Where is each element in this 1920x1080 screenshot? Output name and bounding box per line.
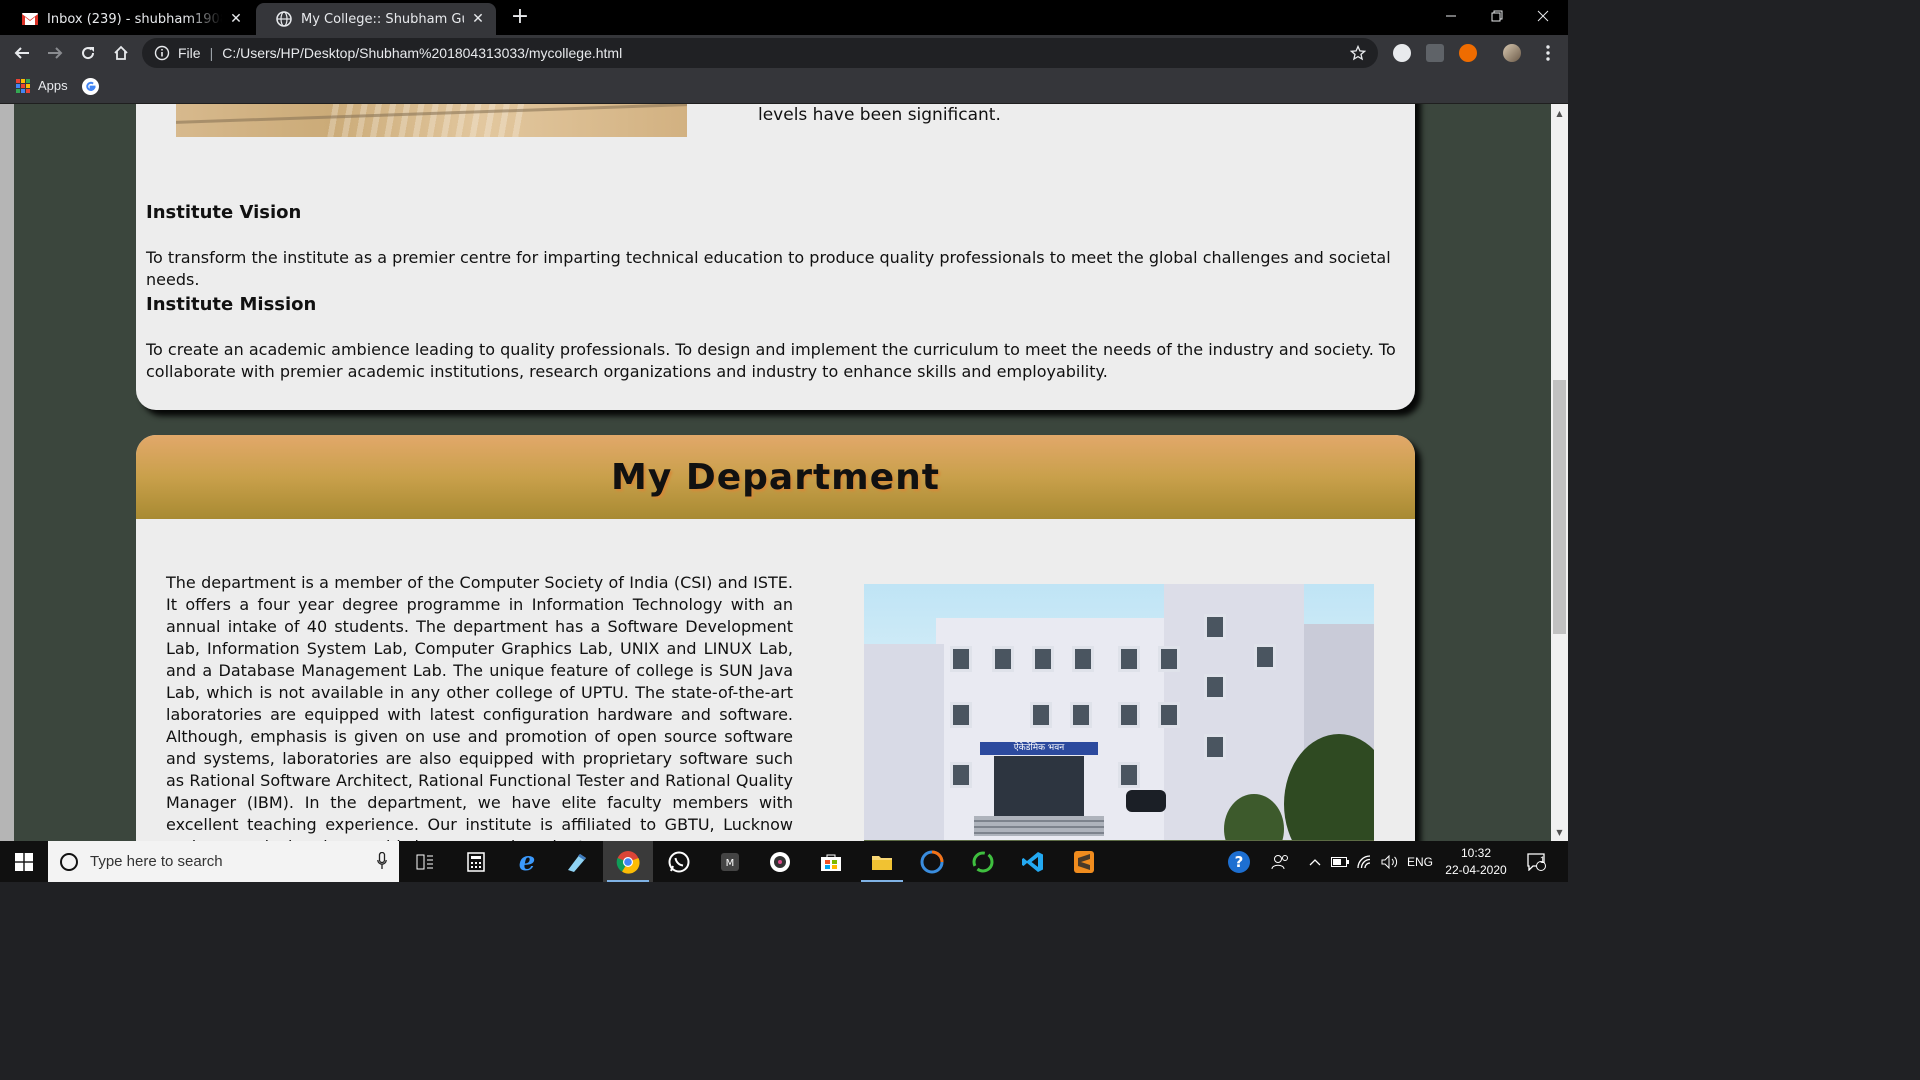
- department-header: My Department: [136, 435, 1415, 519]
- extension-icon[interactable]: [1459, 44, 1477, 62]
- show-hidden-icons[interactable]: [1304, 841, 1326, 882]
- store-icon[interactable]: [806, 841, 856, 882]
- vscode-icon[interactable]: [1008, 841, 1058, 882]
- search-placeholder: Type here to search: [90, 853, 223, 870]
- help-icon[interactable]: ?: [1223, 841, 1255, 882]
- media-icon[interactable]: M: [705, 841, 755, 882]
- clock-time: 10:32: [1460, 846, 1492, 860]
- gmail-icon: [22, 11, 38, 27]
- microphone-icon[interactable]: [377, 852, 387, 870]
- profile-avatar[interactable]: [1503, 44, 1521, 62]
- google-icon[interactable]: [82, 78, 99, 95]
- clock-date: 22-04-2020: [1445, 863, 1507, 877]
- vision-text: To transform the institute as a premier …: [146, 248, 1391, 289]
- extension-icon[interactable]: [1426, 44, 1444, 62]
- tab-strip: Inbox (239) - shubham1908gupta@gmail.com…: [0, 0, 1568, 35]
- apps-bookmark[interactable]: Apps: [16, 78, 68, 93]
- close-window-button[interactable]: [1520, 0, 1566, 32]
- tab-title: My College:: Shubham Gupta: [301, 11, 464, 27]
- vision-heading: Institute Vision: [146, 202, 302, 223]
- paint-icon[interactable]: [552, 841, 602, 882]
- tab-gmail[interactable]: Inbox (239) - shubham1908gupta@gmail.com…: [2, 3, 254, 35]
- back-icon[interactable]: [8, 39, 36, 67]
- page-left-border: [0, 104, 14, 841]
- refresh-app-icon[interactable]: [958, 841, 1008, 882]
- close-tab-icon[interactable]: ✕: [470, 11, 486, 27]
- people-icon[interactable]: [1266, 841, 1294, 882]
- page-viewport: levels have been significant. Institute …: [0, 104, 1551, 841]
- cortana-icon: [60, 852, 78, 871]
- volume-icon[interactable]: [1378, 841, 1402, 882]
- tab-title: Inbox (239) - shubham1908gupta@gmail.com: [47, 11, 222, 27]
- music-icon[interactable]: [755, 841, 805, 882]
- action-center-icon[interactable]: 1: [1522, 841, 1552, 882]
- page-scrollbar[interactable]: ▲ ▼: [1551, 104, 1568, 841]
- battery-icon[interactable]: [1328, 841, 1352, 882]
- extension-icon[interactable]: [1393, 44, 1411, 62]
- windows-taskbar: Type here to search e M ? ENG 10:32 22-0…: [0, 841, 1568, 882]
- reload-icon[interactable]: [74, 39, 102, 67]
- close-tab-icon[interactable]: ✕: [228, 11, 244, 27]
- system-clock[interactable]: 10:32 22-04-2020: [1436, 845, 1516, 879]
- bookmark-star-icon[interactable]: [1348, 43, 1368, 63]
- restore-button[interactable]: [1474, 0, 1520, 32]
- chrome-icon[interactable]: [603, 841, 653, 882]
- scroll-down-icon[interactable]: ▼: [1551, 826, 1568, 840]
- new-tab-button[interactable]: +: [508, 6, 532, 30]
- mission-heading: Institute Mission: [146, 294, 317, 315]
- calculator-icon[interactable]: [451, 841, 501, 882]
- task-view-icon[interactable]: [400, 841, 450, 882]
- mission-text: To create an academic ambience leading t…: [146, 340, 1396, 381]
- apps-label: Apps: [38, 78, 68, 93]
- file-explorer-icon[interactable]: [857, 841, 907, 882]
- language-indicator[interactable]: ENG: [1404, 841, 1436, 882]
- college-history-text: levels have been significant.: [758, 105, 1001, 125]
- url-text[interactable]: C:/Users/HP/Desktop/Shubham%201804313033…: [222, 45, 1348, 61]
- svg-text:M: M: [726, 858, 735, 869]
- scroll-up-icon[interactable]: ▲: [1551, 107, 1568, 121]
- start-button[interactable]: [0, 841, 48, 882]
- department-title: My Department: [611, 456, 940, 498]
- eclipse-icon[interactable]: [907, 841, 957, 882]
- minimize-button[interactable]: [1428, 0, 1474, 32]
- url-separator: |: [209, 45, 214, 61]
- browser-toolbar: File | C:/Users/HP/Desktop/Shubham%20180…: [0, 35, 1568, 71]
- department-description: The department is a member of the Comput…: [166, 573, 793, 841]
- menu-icon[interactable]: [1534, 39, 1562, 67]
- address-bar[interactable]: File | C:/Users/HP/Desktop/Shubham%20180…: [142, 38, 1378, 68]
- info-icon[interactable]: [154, 45, 170, 61]
- college-campus-image: [176, 104, 687, 137]
- notification-count: 1: [1540, 855, 1546, 865]
- college-info-card: levels have been significant. Institute …: [136, 104, 1415, 410]
- department-building-image: ऐकेडेमिक भवन: [864, 584, 1374, 841]
- apps-grid-icon: [16, 78, 30, 93]
- forward-icon[interactable]: [41, 39, 69, 67]
- building-sign: ऐकेडेमिक भवन: [980, 742, 1098, 755]
- svg-text:?: ?: [1235, 853, 1244, 871]
- edge-icon[interactable]: e: [502, 841, 552, 882]
- whatsapp-icon[interactable]: [654, 841, 704, 882]
- sublime-icon[interactable]: [1059, 841, 1109, 882]
- home-icon[interactable]: [107, 39, 135, 67]
- scrollbar-thumb[interactable]: [1553, 380, 1566, 634]
- bookmarks-bar: Apps: [0, 71, 1568, 104]
- wifi-icon[interactable]: [1354, 841, 1378, 882]
- windows-logo-icon: [15, 852, 33, 871]
- globe-icon: [276, 11, 292, 27]
- url-scheme: File: [178, 45, 201, 61]
- taskbar-search[interactable]: Type here to search: [48, 841, 399, 882]
- department-card: My Department The department is a member…: [136, 435, 1415, 841]
- tab-my-college[interactable]: My College:: Shubham Gupta ✕: [256, 3, 496, 35]
